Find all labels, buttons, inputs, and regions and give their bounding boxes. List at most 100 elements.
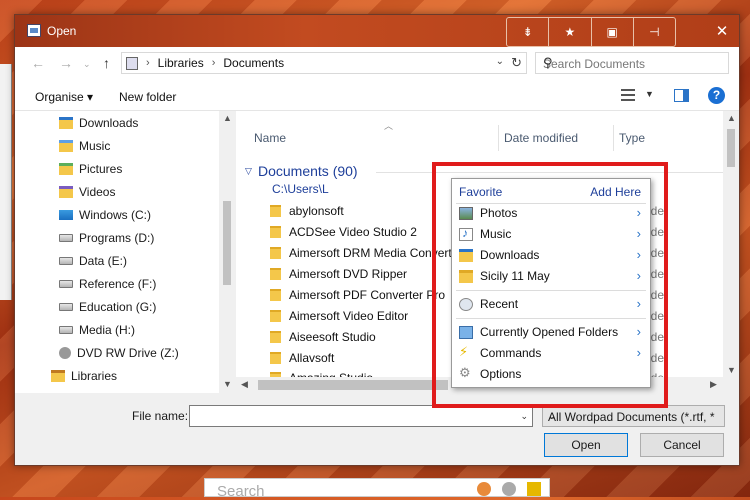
scroll-down-icon[interactable]: ▼ bbox=[223, 379, 232, 389]
background-search-text: Search bbox=[217, 483, 265, 500]
favorites-icon bbox=[477, 482, 491, 496]
new-folder-button[interactable]: New folder bbox=[119, 90, 176, 104]
downloads-folder-icon bbox=[59, 117, 73, 129]
scroll-right-icon[interactable]: ▶ bbox=[710, 379, 717, 390]
column-divider[interactable] bbox=[613, 125, 614, 151]
scroll-thumb[interactable] bbox=[258, 380, 448, 390]
nav-item-media-h[interactable]: Media (H:) bbox=[59, 320, 135, 340]
nav-item-pictures[interactable]: Pictures bbox=[59, 159, 122, 179]
column-header-name[interactable]: Name bbox=[254, 131, 286, 145]
search-input[interactable]: Search Documents ⚲ bbox=[535, 52, 729, 74]
nav-item-windows-c[interactable]: Windows (C:) bbox=[59, 205, 151, 225]
cancel-button[interactable]: Cancel bbox=[640, 433, 724, 457]
scroll-left-icon[interactable]: ◀ bbox=[241, 379, 248, 390]
scroll-thumb[interactable] bbox=[727, 129, 735, 167]
group-collapse-icon[interactable]: ▽ bbox=[245, 166, 252, 177]
file-name: Aimersoft PDF Converter Pro bbox=[289, 288, 446, 302]
drive-icon bbox=[59, 326, 73, 334]
wordpad-icon bbox=[27, 24, 41, 37]
drive-icon bbox=[59, 234, 73, 242]
scroll-down-icon[interactable]: ▼ bbox=[727, 365, 736, 375]
folder-icon bbox=[270, 331, 281, 343]
sort-ascending-icon: ︿ bbox=[384, 121, 394, 131]
plug-icon: ⊣ bbox=[649, 25, 660, 39]
window-title: Open bbox=[47, 24, 77, 38]
close-button[interactable]: ✕ bbox=[705, 15, 739, 47]
file-name: Allavsoft bbox=[289, 351, 335, 365]
folder-icon bbox=[270, 247, 281, 259]
nav-item-libraries[interactable]: Libraries bbox=[51, 366, 117, 386]
file-name-label: File name: bbox=[132, 409, 189, 423]
videos-folder-icon bbox=[59, 186, 73, 198]
nav-item-label: Data (E:) bbox=[79, 254, 128, 268]
refresh-icon[interactable]: ↻ bbox=[511, 55, 522, 71]
folder-settings-button[interactable]: ▣ bbox=[592, 18, 634, 46]
libraries-icon bbox=[126, 56, 138, 70]
view-dropdown-icon[interactable]: ▼ bbox=[645, 89, 654, 99]
nav-item-downloads[interactable]: Downloads bbox=[59, 113, 138, 133]
scroll-up-icon[interactable]: ▲ bbox=[223, 113, 232, 123]
nav-scrollbar[interactable]: ▲ ▼ bbox=[219, 111, 235, 393]
pictures-folder-icon bbox=[59, 163, 73, 175]
pin-icon: ⇟ bbox=[522, 25, 533, 39]
address-bar[interactable]: › Libraries › Documents ⌄ ↻ bbox=[121, 52, 527, 74]
breadcrumb-separator-icon: › bbox=[211, 57, 216, 69]
command-bar: Organise ▾ New folder ▼ ? bbox=[15, 81, 739, 111]
nav-item-label: DVD RW Drive (Z:) bbox=[77, 346, 179, 360]
pin-button[interactable]: ⇟ bbox=[507, 18, 550, 46]
nav-item-label: Windows (C:) bbox=[79, 208, 152, 222]
nav-item-music[interactable]: Music bbox=[59, 136, 110, 156]
scroll-thumb[interactable] bbox=[223, 201, 231, 285]
background-window bbox=[0, 64, 12, 300]
view-options-icon[interactable] bbox=[621, 89, 635, 101]
folder-icon bbox=[270, 310, 281, 322]
breadcrumb-libraries[interactable]: Libraries bbox=[158, 56, 204, 70]
clock-icon bbox=[502, 482, 516, 496]
nav-item-label: Libraries bbox=[71, 369, 118, 383]
nav-item-label: Reference (F:) bbox=[79, 277, 157, 291]
group-path[interactable]: C:\Users\L bbox=[272, 182, 329, 196]
recent-dropdown-icon[interactable]: ⌄ bbox=[83, 59, 91, 70]
file-name-dropdown-icon[interactable]: ⌄ bbox=[520, 411, 528, 422]
group-header-documents[interactable]: Documents (90) bbox=[258, 163, 358, 179]
nav-item-label: Education (G:) bbox=[79, 300, 157, 314]
drive-icon bbox=[59, 280, 73, 288]
breadcrumb-documents[interactable]: Documents bbox=[223, 56, 284, 70]
folder-icon bbox=[270, 205, 281, 217]
open-button[interactable]: Open bbox=[544, 433, 628, 457]
organise-button[interactable]: Organise ▾ bbox=[35, 90, 93, 104]
music-folder-icon bbox=[59, 140, 73, 152]
background-search-box[interactable]: Search bbox=[204, 478, 550, 500]
column-header-date-modified[interactable]: Date modified bbox=[504, 131, 578, 145]
libraries-icon bbox=[51, 370, 65, 382]
nav-item-label: Programs (D:) bbox=[79, 231, 155, 245]
back-arrow-icon[interactable]: ← bbox=[31, 55, 45, 71]
nav-item-programs-d[interactable]: Programs (D:) bbox=[59, 228, 154, 248]
favorite-button[interactable]: ★ bbox=[549, 18, 592, 46]
scroll-up-icon[interactable]: ▲ bbox=[727, 113, 736, 123]
file-list-vertical-scrollbar[interactable]: ▲ ▼ bbox=[723, 111, 739, 377]
forward-arrow-icon[interactable]: → bbox=[59, 55, 73, 71]
titlebar-extra-buttons: ⇟ ★ ▣ ⊣ bbox=[506, 17, 676, 47]
nav-item-data-e[interactable]: Data (E:) bbox=[59, 251, 127, 271]
breadcrumb-separator-icon: › bbox=[146, 57, 150, 69]
nav-item-reference-f[interactable]: Reference (F:) bbox=[59, 274, 156, 294]
windows-drive-icon bbox=[59, 210, 73, 220]
plug-button[interactable]: ⊣ bbox=[634, 18, 675, 46]
column-divider[interactable] bbox=[498, 125, 499, 151]
highlight-annotation bbox=[432, 162, 668, 408]
preview-pane-icon[interactable] bbox=[674, 89, 689, 102]
nav-item-label: Media (H:) bbox=[79, 323, 136, 337]
help-icon[interactable]: ? bbox=[708, 87, 725, 104]
nav-item-dvd-z[interactable]: DVD RW Drive (Z:) bbox=[59, 343, 179, 363]
nav-item-videos[interactable]: Videos bbox=[59, 182, 115, 202]
file-name-input[interactable]: ⌄ bbox=[189, 405, 533, 427]
lightning-icon bbox=[527, 482, 541, 496]
address-dropdown-icon[interactable]: ⌄ bbox=[496, 56, 504, 67]
file-type-select[interactable]: All Wordpad Documents (*.rtf, * ⌄ bbox=[542, 405, 725, 427]
column-header-type[interactable]: Type bbox=[619, 131, 645, 145]
file-name: Aiseesoft Studio bbox=[289, 330, 376, 344]
up-arrow-icon[interactable]: ↑ bbox=[103, 55, 110, 71]
nav-item-education-g[interactable]: Education (G:) bbox=[59, 297, 156, 317]
nav-item-label: Pictures bbox=[79, 162, 123, 176]
